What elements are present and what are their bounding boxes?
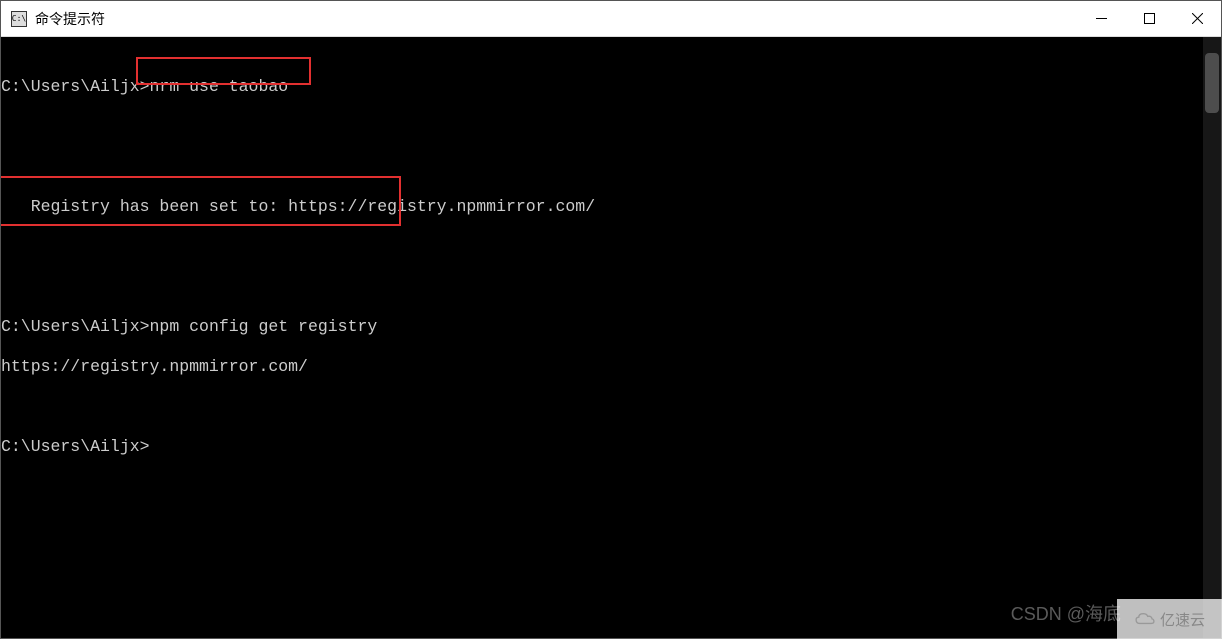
scrollbar-thumb[interactable] bbox=[1205, 53, 1219, 113]
csdn-watermark: CSDN @海底 bbox=[1011, 600, 1121, 626]
output-text: Registry has been set to: https://regist… bbox=[1, 197, 595, 216]
window-controls bbox=[1077, 1, 1221, 37]
command-text: npm config get registry bbox=[150, 317, 378, 336]
maximize-button[interactable] bbox=[1125, 1, 1173, 37]
titlebar[interactable]: C:\ 命令提示符 bbox=[1, 1, 1221, 37]
vertical-scrollbar[interactable] bbox=[1203, 37, 1221, 638]
cmd-icon: C:\ bbox=[11, 11, 27, 27]
maximize-icon bbox=[1144, 13, 1155, 24]
command-text: nrm use taobao bbox=[150, 77, 289, 96]
prompt: C:\Users\Ailjx> bbox=[1, 77, 150, 96]
output-text: https://registry.npmmirror.com/ bbox=[1, 357, 308, 376]
yisu-text: 亿速云 bbox=[1160, 609, 1205, 630]
prompt: C:\Users\Ailjx> bbox=[1, 317, 150, 336]
yisu-watermark: 亿速云 bbox=[1117, 599, 1222, 639]
minimize-icon bbox=[1096, 13, 1107, 24]
close-button[interactable] bbox=[1173, 1, 1221, 37]
prompt: C:\Users\Ailjx> bbox=[1, 437, 150, 456]
window-title: 命令提示符 bbox=[35, 9, 105, 29]
minimize-button[interactable] bbox=[1077, 1, 1125, 37]
terminal-output: C:\Users\Ailjx>nrm use taobao Registry h… bbox=[1, 37, 1203, 638]
terminal-area[interactable]: C:\Users\Ailjx>nrm use taobao Registry h… bbox=[1, 37, 1221, 638]
cloud-icon bbox=[1134, 611, 1156, 627]
command-prompt-window: C:\ 命令提示符 C:\Users\Ailjx>nrm use taobao … bbox=[0, 0, 1222, 639]
close-icon bbox=[1192, 13, 1203, 24]
